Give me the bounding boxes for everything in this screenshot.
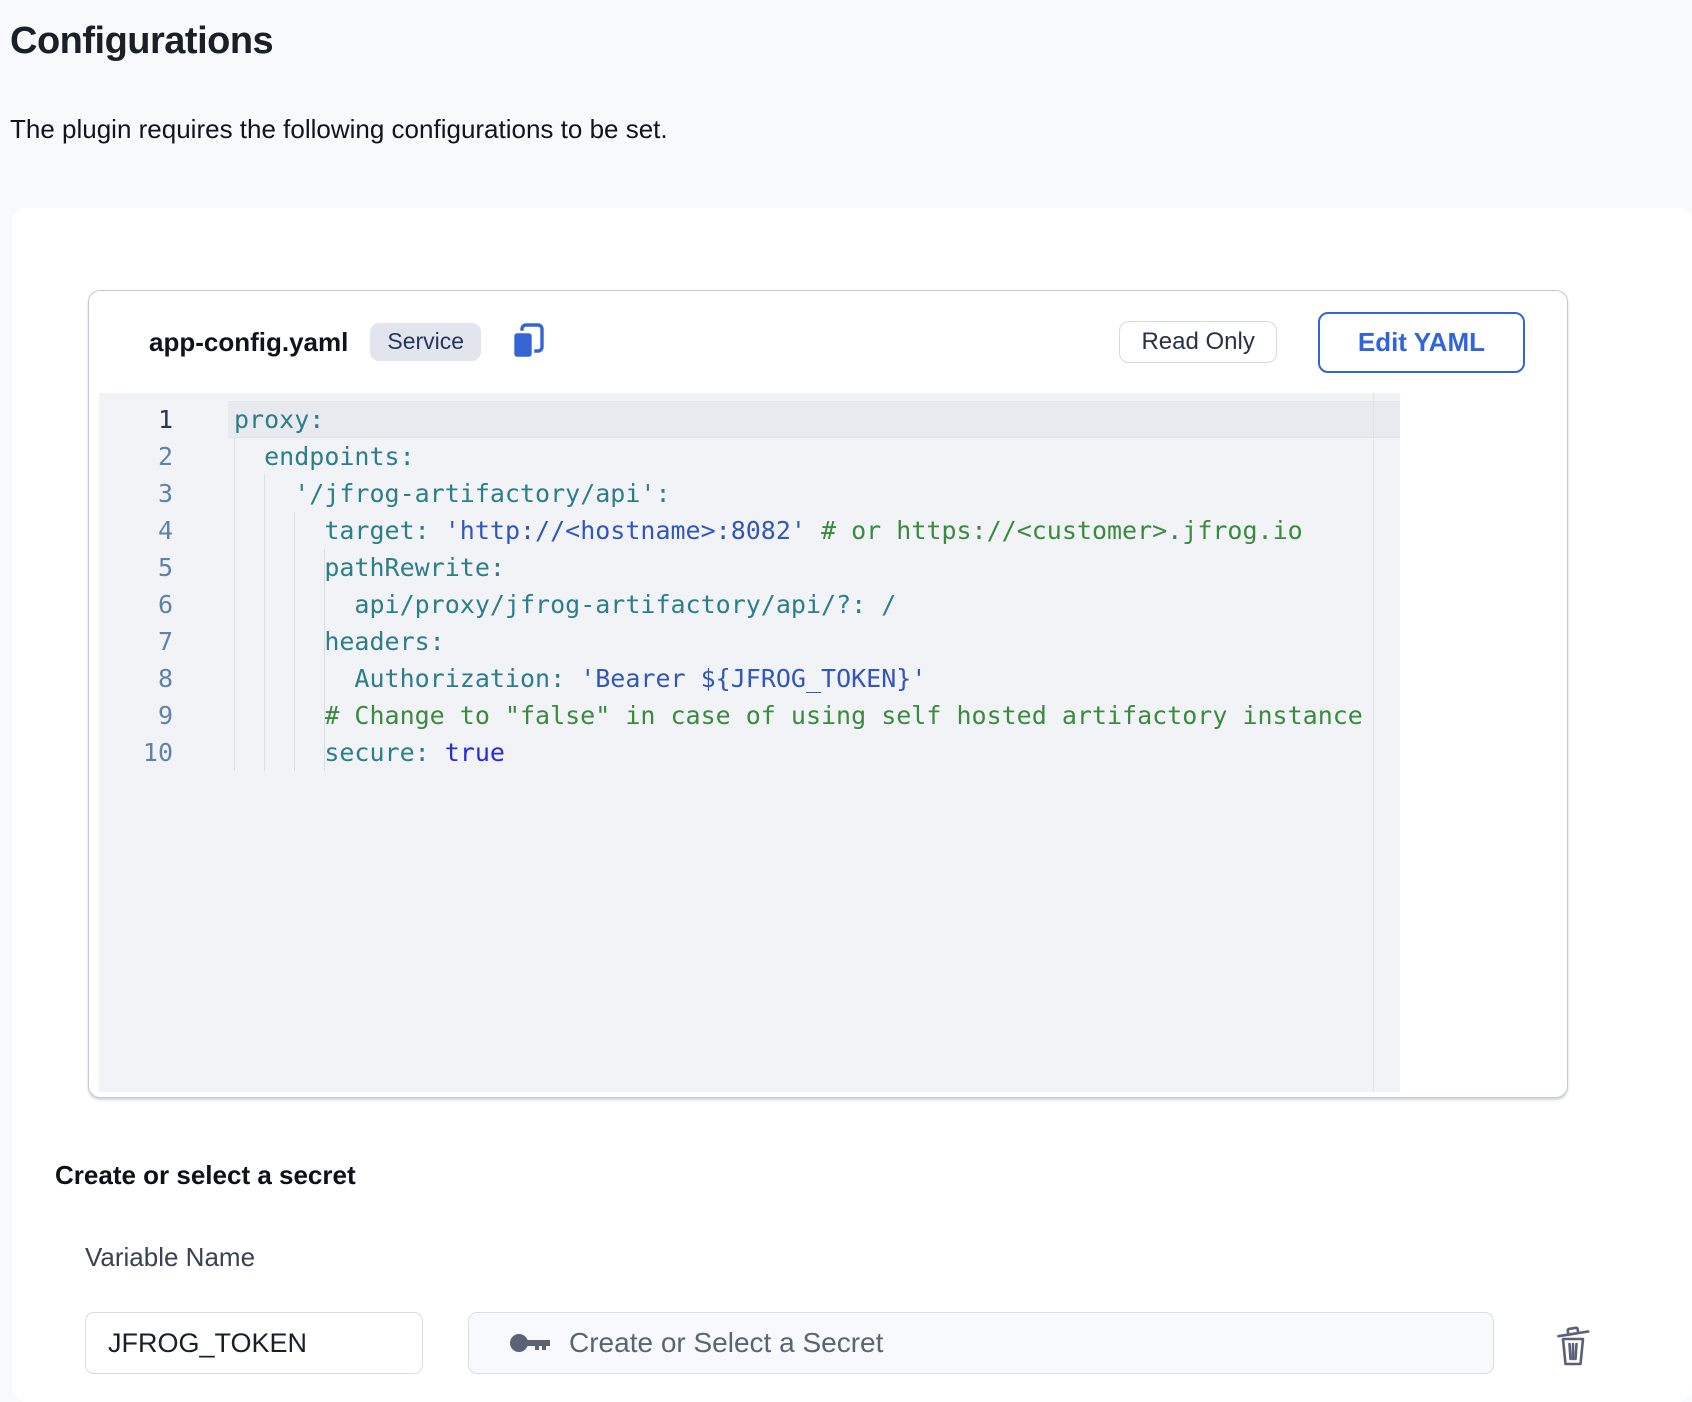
- trash-icon: [1550, 1320, 1598, 1370]
- line-number: 3: [99, 475, 228, 512]
- page-subtitle: The plugin requires the following config…: [10, 114, 668, 145]
- yaml-editor-card: app-config.yaml Service Read Only Edit Y…: [88, 290, 1568, 1098]
- code-line-text: secure: true: [228, 734, 1400, 771]
- code-editor[interactable]: 1proxy:2 endpoints:3 '/jfrog-artifactory…: [99, 393, 1400, 1092]
- yaml-editor-header: app-config.yaml Service Read Only Edit Y…: [89, 291, 1567, 393]
- line-number: 5: [99, 549, 228, 586]
- code-line: 6 api/proxy/jfrog-artifactory/api/?: /: [99, 586, 1400, 623]
- code-line: 7 headers:: [99, 623, 1400, 660]
- secret-select-placeholder: Create or Select a Secret: [569, 1327, 883, 1359]
- read-only-button[interactable]: Read Only: [1119, 321, 1276, 363]
- config-filename: app-config.yaml: [149, 327, 348, 358]
- variable-name-input[interactable]: [85, 1312, 423, 1374]
- key-icon: [509, 1330, 551, 1356]
- copy-icon: [509, 322, 549, 362]
- line-number: 1: [99, 401, 228, 438]
- configurations-panel: app-config.yaml Service Read Only Edit Y…: [12, 208, 1692, 1402]
- code-content: 1proxy:2 endpoints:3 '/jfrog-artifactory…: [99, 401, 1400, 771]
- line-number: 6: [99, 586, 228, 623]
- code-line-text: '/jfrog-artifactory/api':: [228, 475, 1400, 512]
- code-line: 2 endpoints:: [99, 438, 1400, 475]
- code-line-text: Authorization: 'Bearer ${JFROG_TOKEN}': [228, 660, 1400, 697]
- line-number: 7: [99, 623, 228, 660]
- service-badge: Service: [370, 323, 481, 360]
- code-line-text: pathRewrite:: [228, 549, 1400, 586]
- line-number: 2: [99, 438, 228, 475]
- copy-button[interactable]: [509, 322, 549, 362]
- code-line: 8 Authorization: 'Bearer ${JFROG_TOKEN}': [99, 660, 1400, 697]
- line-number: 4: [99, 512, 228, 549]
- code-line: 1proxy:: [99, 401, 1400, 438]
- line-number: 9: [99, 697, 228, 734]
- code-line-text: endpoints:: [228, 438, 1400, 475]
- code-line: 3 '/jfrog-artifactory/api':: [99, 475, 1400, 512]
- code-line: 5 pathRewrite:: [99, 549, 1400, 586]
- code-line-text: target: 'http://<hostname>:8082' # or ht…: [228, 512, 1400, 549]
- code-line-text: api/proxy/jfrog-artifactory/api/?: /: [228, 586, 1400, 623]
- code-line-text: # Change to "false" in case of using sel…: [228, 697, 1400, 734]
- secret-section-heading: Create or select a secret: [55, 1160, 356, 1191]
- code-line: 10 secure: true: [99, 734, 1400, 771]
- line-number: 10: [99, 734, 228, 771]
- code-line: 4 target: 'http://<hostname>:8082' # or …: [99, 512, 1400, 549]
- code-line-text: headers:: [228, 623, 1400, 660]
- variable-name-label: Variable Name: [85, 1242, 255, 1273]
- delete-secret-button[interactable]: [1548, 1320, 1600, 1372]
- code-line: 9 # Change to "false" in case of using s…: [99, 697, 1400, 734]
- page-title: Configurations: [10, 20, 273, 63]
- secret-select-field[interactable]: Create or Select a Secret: [468, 1312, 1494, 1374]
- code-line-text: proxy:: [228, 401, 1400, 438]
- edit-yaml-button[interactable]: Edit YAML: [1318, 312, 1525, 373]
- line-number: 8: [99, 660, 228, 697]
